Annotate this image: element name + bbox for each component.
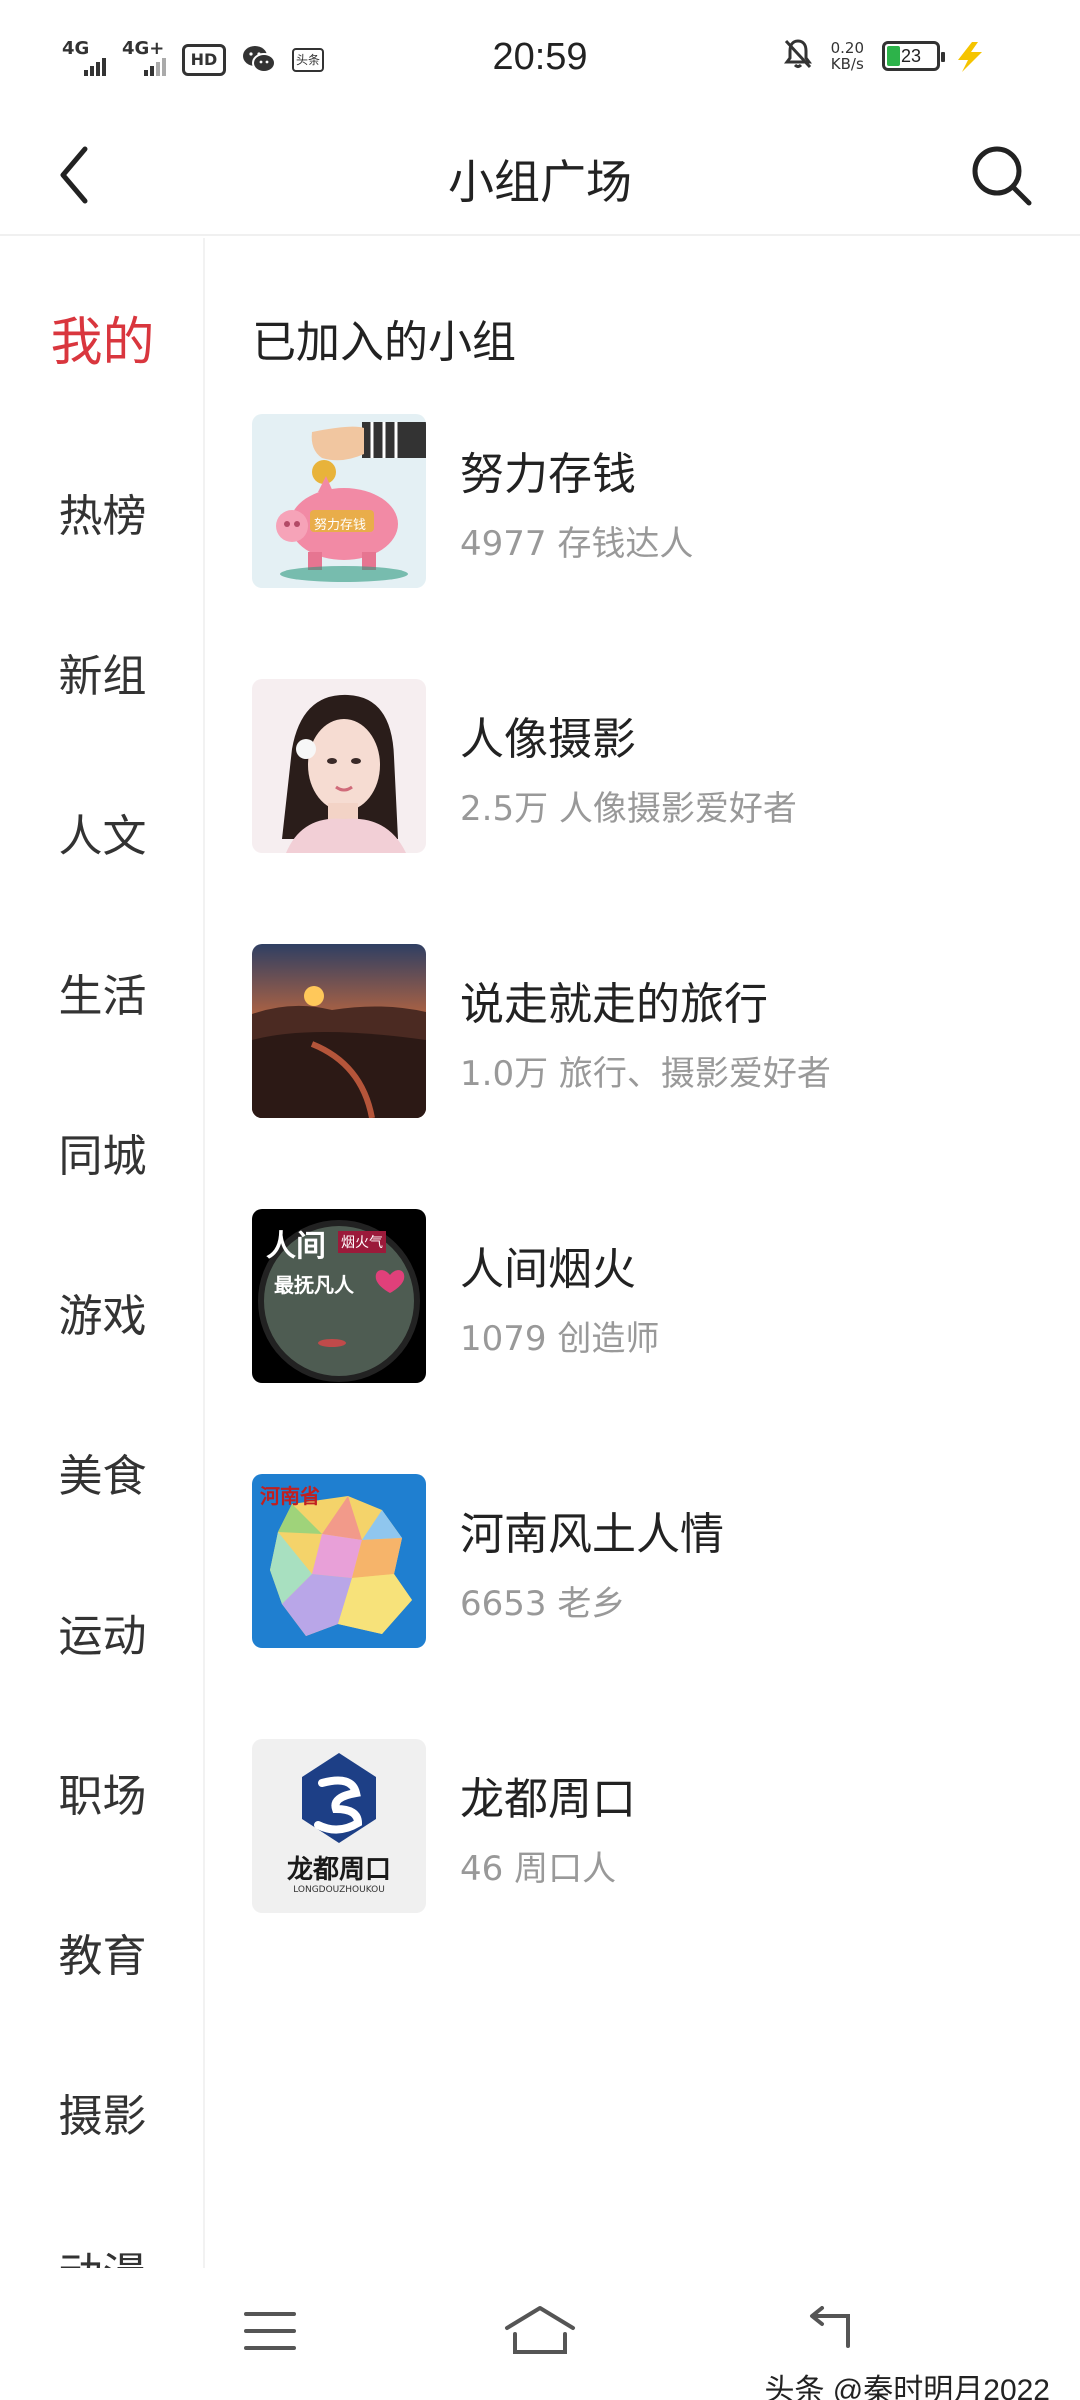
group-item-human-life[interactable]: 人间 烟火气 最抚凡人 人间烟火 1079 创造师 (252, 1209, 1032, 1383)
group-member-count: 46 周口人 (460, 1849, 617, 1889)
return-arrow-icon (810, 2306, 850, 2348)
group-thumbnail: 河南省 (252, 1474, 426, 1648)
group-thumbnail (252, 679, 426, 853)
recent-apps-button[interactable] (230, 2296, 310, 2366)
battery-icon: 23 (882, 41, 945, 71)
group-thumbnail: 龙都周口 LONGDOUZHOUKOU (252, 1739, 426, 1913)
sidebar-item-games[interactable]: 游戏 (0, 1280, 203, 1344)
group-thumbnail (252, 944, 426, 1118)
top-app-bar: 小组广场 (0, 120, 1080, 236)
thumb-label: 努力存钱 (314, 518, 367, 533)
thumb-tag: 烟火气 (338, 1231, 386, 1253)
sidebar-item-local[interactable]: 同城 (0, 1120, 203, 1184)
sidebar-item-mine[interactable]: 我的 (0, 300, 203, 375)
charging-bolt-icon (952, 40, 988, 78)
watermark-text: 头条 @秦时明月2022 (764, 2374, 1050, 2400)
page-title: 小组广场 (448, 155, 632, 209)
joined-groups-heading: 已加入的小组 (252, 317, 516, 368)
sidebar-item-new[interactable]: 新组 (0, 640, 203, 704)
sidebar-item-hot[interactable]: 热榜 (0, 480, 203, 544)
group-member-count: 1.0万 旅行、摄影爱好者 (460, 1054, 831, 1094)
sidebar-item-anime[interactable]: 动漫 (0, 2238, 203, 2268)
group-item-travel[interactable]: 说走就走的旅行 1.0万 旅行、摄影爱好者 (252, 944, 1032, 1118)
home-icon (505, 2306, 575, 2354)
group-name: 努力存钱 (460, 449, 636, 500)
menu-icon (244, 2312, 296, 2350)
status-bar: 4G 4G+ HD 头条 20:59 0.20 KB/s 23 (0, 0, 1080, 120)
group-item-portrait-photography[interactable]: 人像摄影 2.5万 人像摄影爱好者 (252, 679, 1032, 853)
thumb-label: 河南省 (260, 1484, 320, 1508)
network-speed: 0.20 KB/s (830, 39, 864, 73)
mute-bell-icon (783, 38, 813, 74)
group-member-count: 1079 创造师 (460, 1319, 660, 1359)
group-name: 说走就走的旅行 (460, 979, 768, 1030)
sidebar-item-career[interactable]: 职场 (0, 1760, 203, 1824)
sidebar-item-sports[interactable]: 运动 (0, 1600, 203, 1664)
home-button[interactable] (500, 2296, 580, 2366)
category-sidebar: 我的 热榜 新组 人文 生活 同城 游戏 美食 运动 职场 教育 摄影 动漫 (0, 238, 205, 2268)
search-icon (972, 146, 1032, 206)
group-member-count: 2.5万 人像摄影爱好者 (460, 789, 797, 829)
group-item-henan-customs[interactable]: 河南省 河南风土人情 6653 老乡 (252, 1474, 1032, 1648)
group-item-zhoukou[interactable]: 龙都周口 LONGDOUZHOUKOU 龙都周口 46 周口人 (252, 1739, 1032, 1913)
sidebar-item-humanities[interactable]: 人文 (0, 800, 203, 864)
group-item-save-money[interactable]: 努力存钱 努力存钱 4977 存钱达人 (252, 414, 1032, 588)
group-name: 人像摄影 (460, 714, 636, 765)
sidebar-item-life[interactable]: 生活 (0, 960, 203, 1024)
thumb-subtitle: 最抚凡人 (274, 1273, 354, 1297)
group-name: 河南风土人情 (460, 1509, 724, 1560)
search-button[interactable] (964, 138, 1040, 214)
group-thumbnail: 努力存钱 (252, 414, 426, 588)
back-nav-button[interactable] (790, 2296, 870, 2366)
group-member-count: 6653 老乡 (460, 1584, 626, 1624)
group-thumbnail: 人间 烟火气 最抚凡人 (252, 1209, 426, 1383)
group-name: 人间烟火 (460, 1244, 636, 1295)
sidebar-item-photography[interactable]: 摄影 (0, 2080, 203, 2144)
status-right: 0.20 KB/s 23 (783, 38, 945, 74)
thumb-title: 人间 (266, 1229, 326, 1264)
battery-level: 23 (900, 46, 922, 66)
thumb-logo-text: 龙都周口 (286, 1855, 391, 1885)
group-member-count: 4977 存钱达人 (460, 524, 694, 564)
sidebar-item-education[interactable]: 教育 (0, 1920, 203, 1984)
group-name: 龙都周口 (460, 1774, 636, 1825)
sidebar-item-food[interactable]: 美食 (0, 1440, 203, 1504)
thumb-logo-subtext: LONGDOUZHOUKOU (293, 1885, 385, 1895)
